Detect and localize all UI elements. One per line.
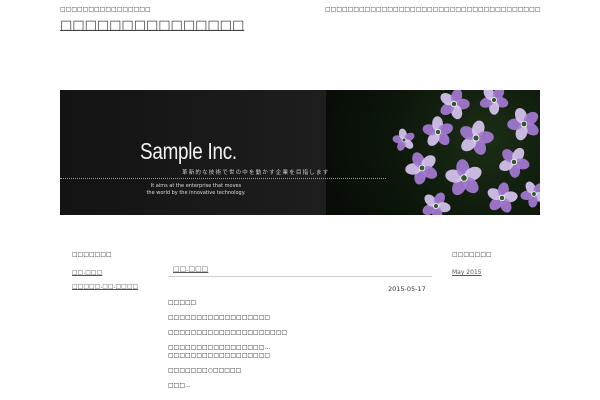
left-sidebar-link-1[interactable]: □□.□□□	[72, 269, 102, 277]
banner-tagline-en: It aims at the enterprise that moves the…	[146, 183, 246, 196]
post-date: 2015-05-17	[388, 285, 426, 293]
flower-blossom	[487, 182, 518, 213]
post-title-link[interactable]: □□.□□□	[173, 265, 208, 273]
post-paragraph: □□□...	[168, 382, 191, 389]
post-paragraph: □□□□□□□□□□□□□□□□□□	[168, 314, 271, 321]
flower-blossom	[507, 107, 539, 141]
banner-dotted-divider	[60, 178, 386, 179]
flower-blossom	[460, 120, 494, 155]
site-title-link[interactable]: □□□□□□□□□□□□□□□	[60, 18, 244, 34]
flower-blossom	[445, 159, 482, 196]
flower-blossom	[499, 147, 530, 178]
flower-photo	[392, 90, 540, 215]
flower-blossom	[440, 90, 470, 120]
flower-blossom	[422, 192, 451, 215]
post-paragraph: □□□□□□□□□□□□□□□□□...	[168, 344, 271, 351]
archive-link-may-2015[interactable]: May 2015	[452, 269, 482, 277]
flower-blossom	[479, 90, 509, 115]
banner-company-name: Sample Inc.	[140, 138, 237, 164]
top-nav-text[interactable]: □□□□□□□□□□□□□□□□□□□□□□□□□□□□□□□□□□□□□□□□…	[325, 6, 540, 14]
left-sidebar-link-2[interactable]: □□□□□.□□.□□□□	[72, 283, 138, 291]
flower-blossom	[392, 128, 415, 151]
flower-blossom	[520, 181, 540, 208]
left-sidebar-title: □□□□□□□	[72, 251, 112, 258]
post-title-bar: □□.□□□	[168, 262, 432, 277]
flower-blossom	[422, 116, 453, 146]
right-sidebar-title: □□□□□□□	[452, 251, 492, 258]
post-paragraph: □□□□□	[168, 299, 197, 306]
site-tagline: □□□□□□□□□□□□□□□□	[60, 6, 151, 13]
banner-tagline-jp: 革新的な技術で世の中を動かす企業を目指します	[182, 170, 330, 176]
flower-blossom	[405, 152, 438, 185]
banner-flower-panel	[326, 90, 540, 215]
post-paragraph: □□□□□□□○□□□□□	[168, 367, 242, 374]
post-paragraph: □□□□□□□□□□□□□□□□□□	[168, 352, 271, 359]
post-paragraph: □□□□□□□□□□□□□□□□□□□□□	[168, 329, 288, 336]
header-banner: Sample Inc. 革新的な技術で世の中を動かす企業を目指します It ai…	[60, 90, 540, 215]
